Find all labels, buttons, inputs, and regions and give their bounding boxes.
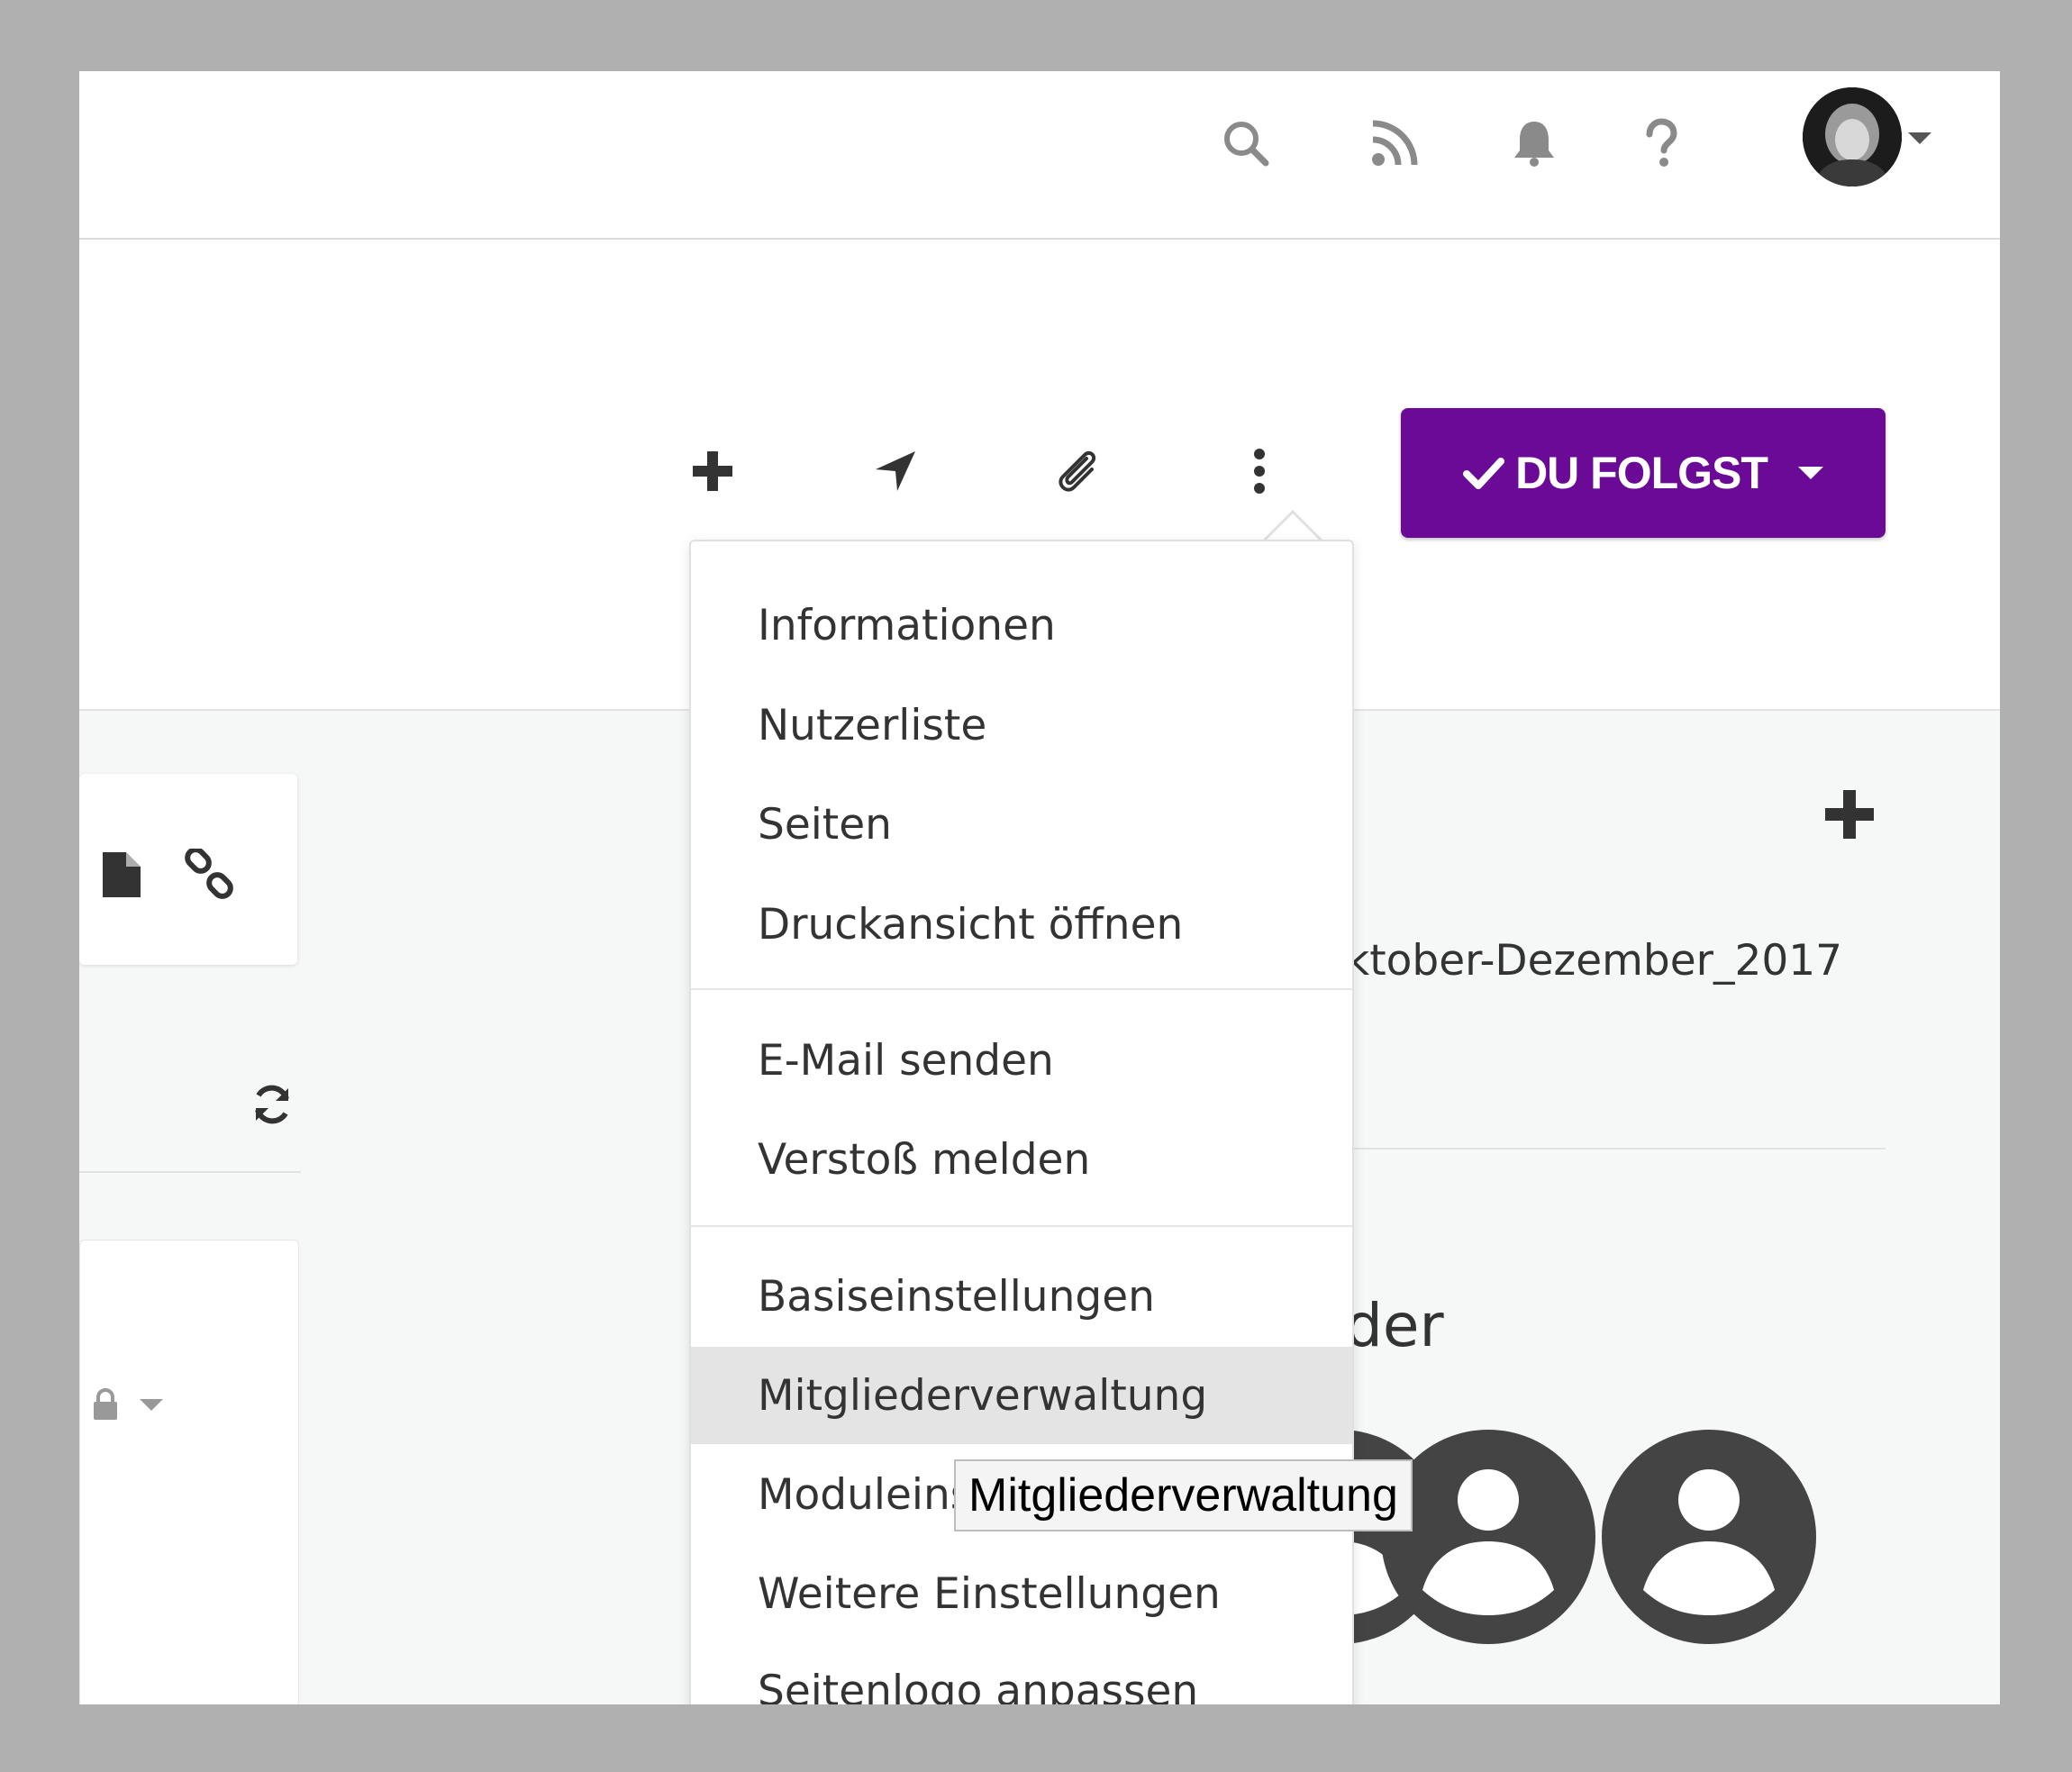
bell-icon[interactable] <box>1503 112 1566 175</box>
menu-divider <box>691 1225 1352 1227</box>
check-icon <box>1463 458 1505 489</box>
dropdown-arrow-fill <box>1265 513 1321 541</box>
file-link[interactable]: ktober-Dezember_2017 <box>1345 936 1842 986</box>
menu-item-mitgliederverwaltung[interactable]: Mitgliederverwaltung <box>691 1347 1352 1444</box>
divider <box>79 1171 301 1173</box>
menu-item-basiseinstellungen[interactable]: Basiseinstellungen <box>691 1248 1352 1345</box>
user-avatar[interactable] <box>1803 87 1902 186</box>
menu-item-informationen[interactable]: Informationen <box>691 577 1352 674</box>
follow-button[interactable]: DU FOLGST <box>1401 408 1886 538</box>
help-icon[interactable] <box>1629 112 1692 175</box>
paperclip-icon[interactable] <box>1046 440 1109 503</box>
menu-item-nutzerliste[interactable]: Nutzerliste <box>691 677 1352 774</box>
app-window: DU FOLGST ktober-Dezember_2017 der Infor… <box>79 71 2000 1704</box>
chevron-down-icon[interactable] <box>140 1399 163 1411</box>
more-vertical-icon[interactable] <box>1228 440 1291 503</box>
top-navbar <box>79 71 2000 240</box>
left-content-panel <box>79 1240 299 1704</box>
refresh-icon[interactable] <box>250 1083 294 1126</box>
member-avatar[interactable] <box>1602 1430 1816 1644</box>
search-icon[interactable] <box>1214 112 1277 175</box>
menu-item-druckansicht[interactable]: Druckansicht öffnen <box>691 876 1352 973</box>
left-toolbar-card <box>79 774 297 965</box>
menu-item-seitenlogo-anpassen[interactable]: Seitenlogo anpassen <box>691 1642 1352 1705</box>
member-avatar[interactable] <box>1381 1430 1595 1644</box>
file-icon[interactable] <box>101 850 142 899</box>
tooltip: Mitgliederverwaltung <box>954 1459 1413 1531</box>
plus-icon[interactable] <box>681 440 744 503</box>
menu-item-verstoss-melden[interactable]: Verstoß melden <box>691 1111 1352 1208</box>
lock-icon <box>94 1388 117 1420</box>
menu-divider <box>691 988 1352 990</box>
add-file-icon[interactable] <box>1818 783 1881 846</box>
menu-item-seiten[interactable]: Seiten <box>691 776 1352 873</box>
menu-item-weitere-einstellungen[interactable]: Weitere Einstellungen <box>691 1545 1352 1642</box>
link-icon[interactable] <box>183 849 235 901</box>
rss-icon[interactable] <box>1363 112 1426 175</box>
menu-item-email-senden[interactable]: E-Mail senden <box>691 1012 1352 1109</box>
chevron-down-icon <box>1797 467 1823 479</box>
location-arrow-icon[interactable] <box>864 440 927 503</box>
divider <box>1345 1148 1886 1150</box>
chevron-down-icon[interactable] <box>1908 132 1931 144</box>
follow-button-label: DU FOLGST <box>1515 448 1768 498</box>
members-heading: der <box>1345 1291 1444 1360</box>
